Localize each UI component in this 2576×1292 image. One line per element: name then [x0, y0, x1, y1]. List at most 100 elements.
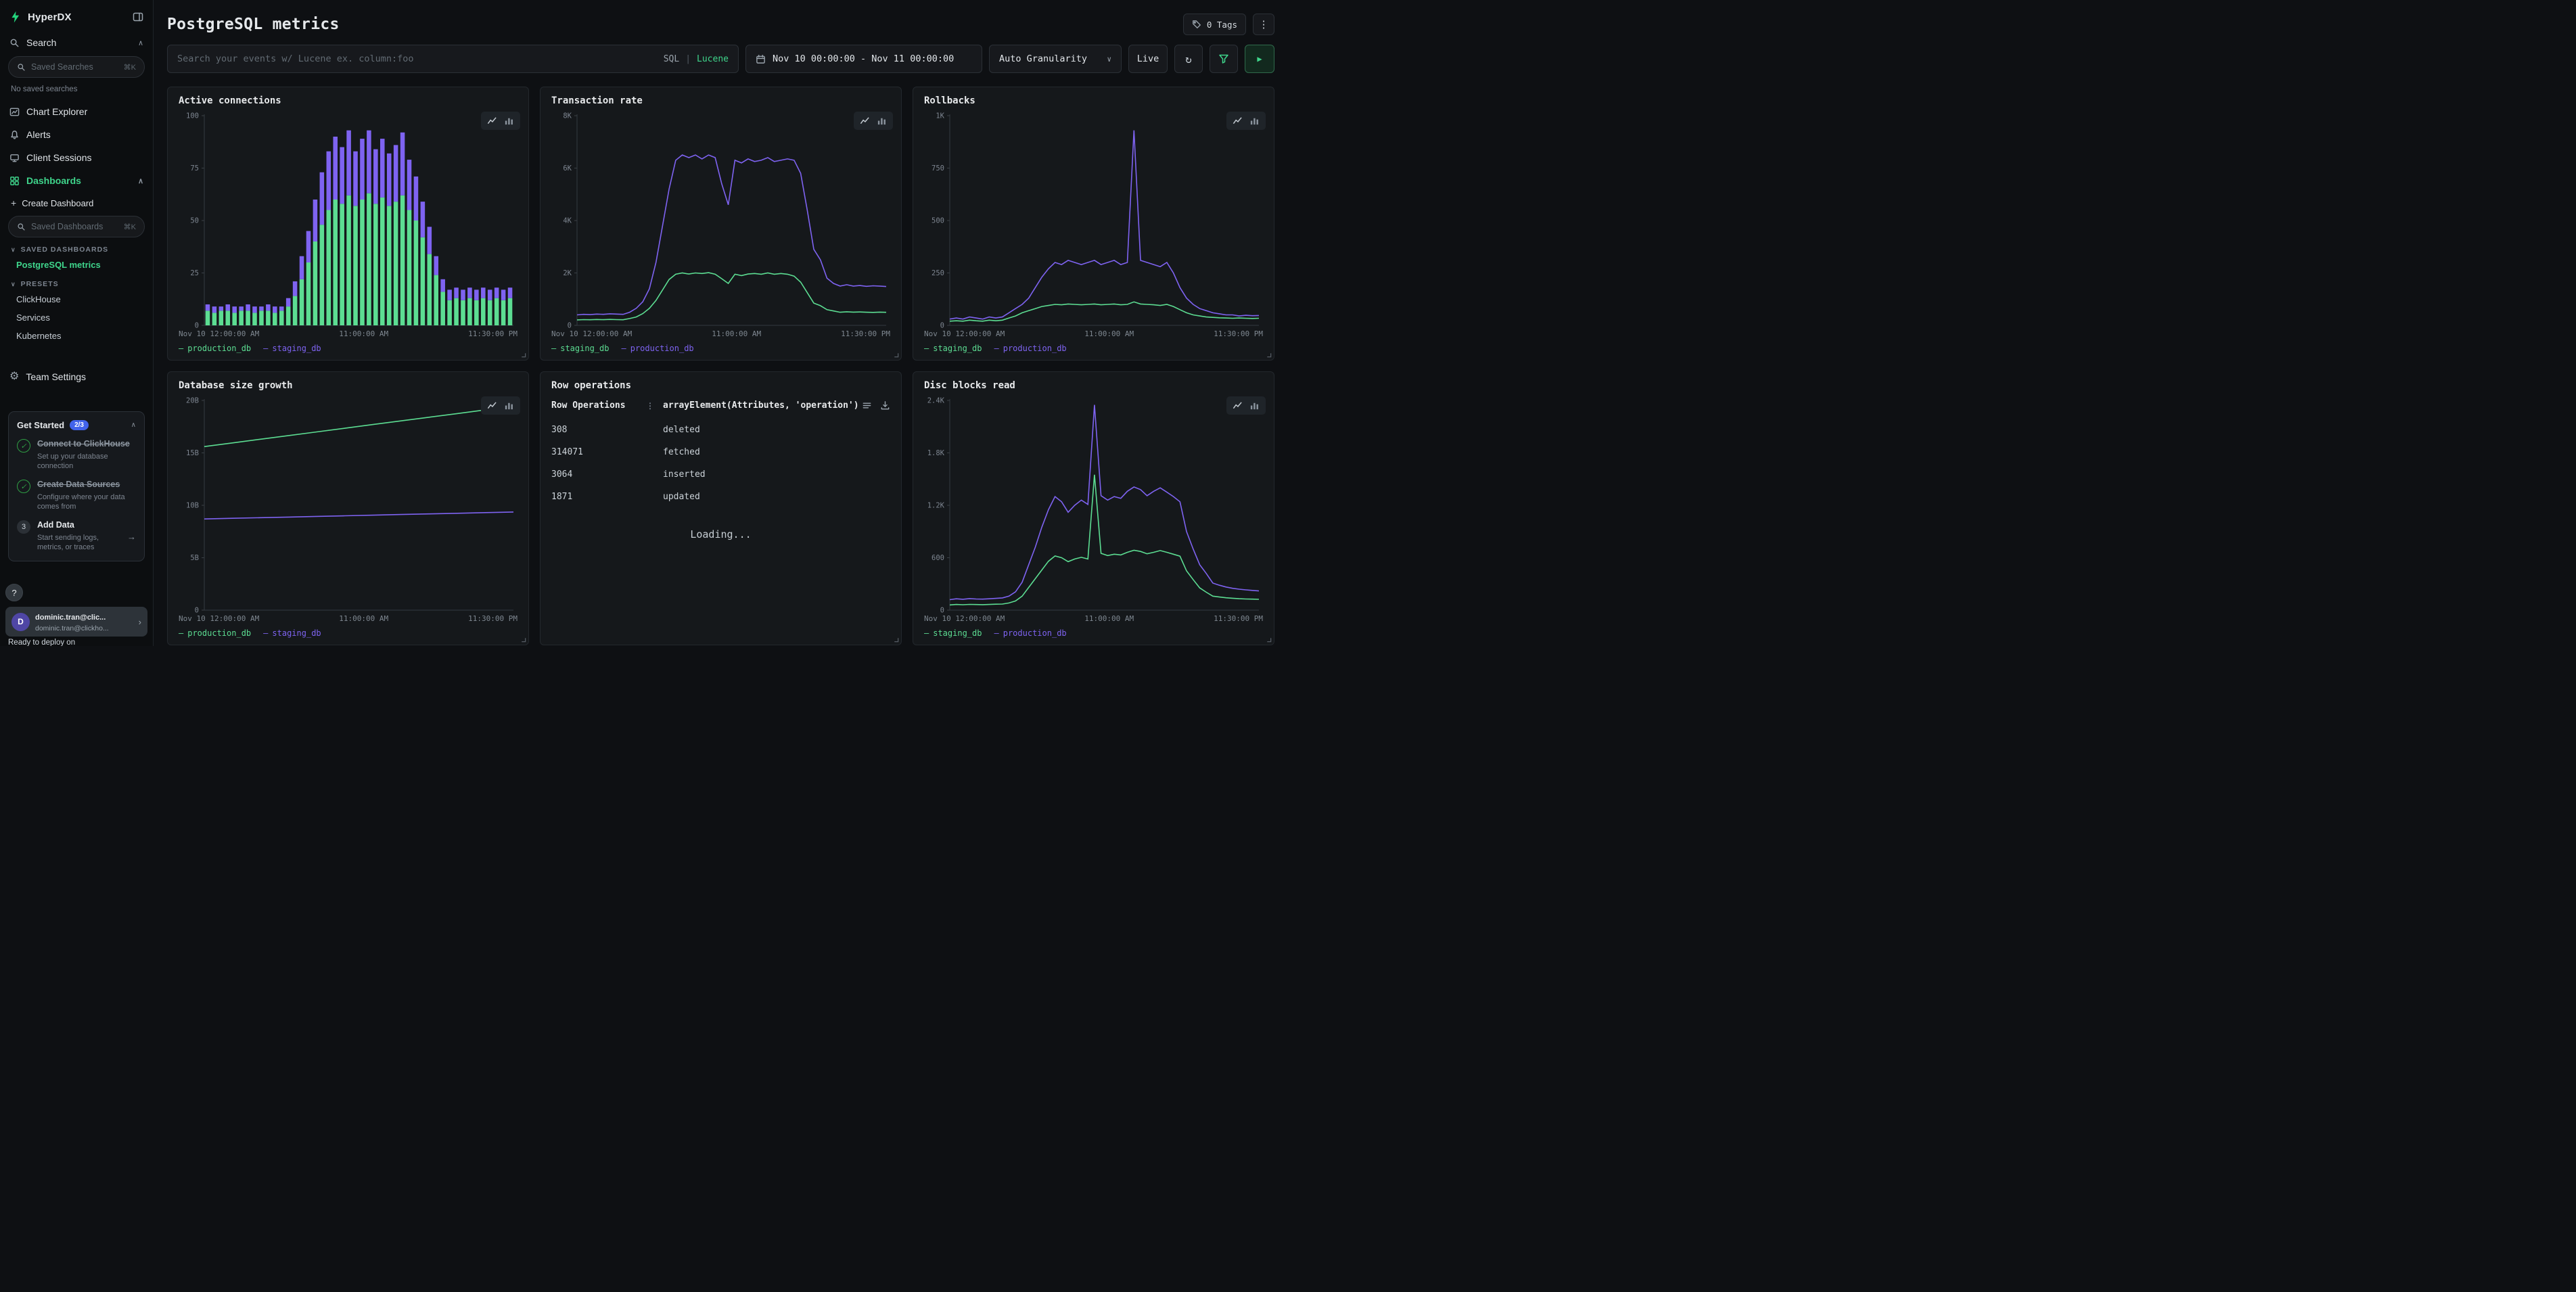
column-header-expression: arrayElement(Attributes, 'operation')	[663, 400, 862, 411]
svg-text:100: 100	[186, 112, 199, 120]
svg-text:6K: 6K	[563, 164, 572, 172]
legend-staging-db[interactable]: —staging_db	[263, 628, 321, 638]
line-view-button[interactable]	[1233, 400, 1243, 411]
svg-text:20B: 20B	[186, 397, 199, 405]
refresh-button[interactable]: ↻	[1174, 45, 1203, 73]
legend-staging-db[interactable]: —staging_db	[551, 344, 609, 353]
filter-button[interactable]	[1210, 45, 1238, 73]
saved-dashboards-section-toggle[interactable]: ∨ SAVED DASHBOARDS	[0, 239, 153, 256]
panel-resize-handle[interactable]	[520, 352, 526, 358]
tag-icon	[1192, 20, 1201, 29]
get-started-step-add-data[interactable]: 3 Add Data Start sending logs, metrics, …	[17, 520, 136, 552]
avatar: D	[12, 613, 30, 631]
sidebar-collapse-button[interactable]	[133, 11, 143, 22]
lucene-mode-toggle[interactable]: Lucene	[697, 54, 729, 64]
chevron-down-icon: ∨	[11, 246, 16, 254]
legend-staging-db[interactable]: —staging_db	[263, 344, 321, 353]
svg-text:0: 0	[940, 607, 944, 614]
dashboard-menu-button[interactable]: ⋮	[1253, 14, 1274, 35]
presets-section-toggle[interactable]: ∨ PRESETS	[0, 274, 153, 290]
saved-dashboards-input[interactable]: Saved Dashboards ⌘K	[8, 216, 145, 237]
sidebar-item-label: Alerts	[26, 129, 51, 140]
sidebar-item-alerts[interactable]: Alerts	[0, 123, 153, 146]
sidebar-item-search[interactable]: Search ∧	[0, 31, 153, 54]
saved-searches-placeholder: Saved Searches	[31, 62, 93, 72]
chevron-up-icon: ∧	[138, 177, 143, 185]
bar-view-button[interactable]	[1249, 400, 1260, 411]
chart-database-size-growth: 05B10B15B20B	[179, 394, 518, 613]
svg-text:75: 75	[190, 164, 199, 172]
panel-title: Active connections	[179, 95, 518, 106]
svg-text:1.8K: 1.8K	[927, 449, 945, 457]
granularity-select[interactable]: Auto Granularity ∨	[989, 45, 1122, 73]
date-range-picker[interactable]: Nov 10 00:00:00 - Nov 11 00:00:00	[745, 45, 982, 73]
x-axis-labels: Nov 10 12:00:00 AM11:00:00 AM11:30:00 PM	[924, 614, 1263, 623]
run-query-button[interactable]: ▶	[1245, 45, 1274, 73]
bar-view-button[interactable]	[504, 116, 514, 126]
sidebar-header: HyperDX	[0, 0, 153, 31]
line-view-button[interactable]	[487, 400, 497, 411]
sidebar-item-postgresql-metrics[interactable]: PostgreSQL metrics	[0, 256, 153, 274]
search-icon	[9, 38, 20, 48]
saved-searches-input[interactable]: Saved Searches ⌘K	[8, 56, 145, 78]
sidebar-item-chart-explorer[interactable]: Chart Explorer	[0, 100, 153, 123]
legend-production-db[interactable]: —production_db	[179, 628, 251, 638]
table-rows-icon[interactable]	[862, 400, 872, 411]
live-button[interactable]: Live	[1128, 45, 1168, 73]
search-input[interactable]	[177, 53, 657, 64]
query-toolbar: SQL | Lucene Nov 10 00:00:00 - Nov 11 00…	[167, 45, 1274, 73]
svg-text:750: 750	[932, 164, 944, 172]
sidebar-item-services[interactable]: Services	[0, 308, 153, 327]
chart-legend: —staging_db —production_db	[551, 344, 890, 353]
svg-text:600: 600	[932, 554, 944, 562]
panel-resize-handle[interactable]	[893, 637, 899, 643]
svg-text:4K: 4K	[563, 217, 572, 225]
get-started-step-datasources[interactable]: ✓ Create Data Sources Configure where yo…	[17, 480, 136, 511]
sidebar-item-team-settings[interactable]: ⚙ Team Settings	[0, 365, 153, 388]
check-circle-icon: ✓	[17, 439, 30, 453]
bar-view-button[interactable]	[504, 400, 514, 411]
progress-badge: 2/3	[70, 420, 89, 430]
tags-button[interactable]: 0 Tags	[1183, 14, 1246, 35]
get-started-step-connect[interactable]: ✓ Connect to ClickHouse Set up your data…	[17, 439, 136, 471]
bar-chart-icon	[504, 116, 514, 126]
user-menu[interactable]: D dominic.tran@clic... dominic.tran@clic…	[5, 607, 147, 637]
legend-production-db[interactable]: —production_db	[994, 344, 1066, 353]
panel-resize-handle[interactable]	[1266, 352, 1272, 358]
line-chart-icon	[1233, 400, 1243, 411]
panel-resize-handle[interactable]	[893, 352, 899, 358]
legend-production-db[interactable]: —production_db	[621, 344, 693, 353]
section-label: SAVED DASHBOARDS	[21, 246, 109, 254]
legend-production-db[interactable]: —production_db	[179, 344, 251, 353]
chart-rollbacks: 02505007501K	[924, 109, 1263, 328]
download-icon[interactable]	[880, 400, 890, 411]
sidebar-item-client-sessions[interactable]: Client Sessions	[0, 146, 153, 169]
get-started-header[interactable]: Get Started 2/3 ∧	[17, 420, 136, 430]
get-started-title: Get Started	[17, 420, 64, 430]
step-title: Add Data	[37, 520, 120, 531]
x-axis-labels: Nov 10 12:00:00 AM11:00:00 AM11:30:00 PM	[179, 614, 518, 623]
sidebar-item-clickhouse[interactable]: ClickHouse	[0, 290, 153, 308]
svg-text:1K: 1K	[936, 112, 944, 120]
line-view-button[interactable]	[487, 116, 497, 126]
panel-resize-handle[interactable]	[520, 637, 526, 643]
chart-transaction-rate: 02K4K6K8K	[551, 109, 890, 328]
brand-name: HyperDX	[28, 11, 72, 23]
legend-production-db[interactable]: —production_db	[994, 628, 1066, 638]
sidebar-item-dashboards[interactable]: Dashboards ∧	[0, 169, 153, 192]
shortcut-badge: ⌘K	[124, 223, 136, 231]
step-number-icon: 3	[17, 520, 30, 534]
create-dashboard-label: Create Dashboard	[22, 198, 93, 208]
panel-resize-handle[interactable]	[1266, 637, 1272, 643]
legend-staging-db[interactable]: —staging_db	[924, 628, 982, 638]
bar-view-button[interactable]	[1249, 116, 1260, 126]
sql-mode-toggle[interactable]: SQL	[664, 54, 679, 64]
bar-view-button[interactable]	[877, 116, 887, 126]
line-view-button[interactable]	[1233, 116, 1243, 126]
sidebar: HyperDX Search ∧ Saved Searches ⌘K No sa…	[0, 0, 154, 646]
create-dashboard-button[interactable]: + Create Dashboard	[0, 192, 153, 214]
help-button[interactable]: ?	[5, 584, 23, 601]
line-view-button[interactable]	[860, 116, 870, 126]
legend-staging-db[interactable]: —staging_db	[924, 344, 982, 353]
sidebar-item-kubernetes[interactable]: Kubernetes	[0, 327, 153, 345]
